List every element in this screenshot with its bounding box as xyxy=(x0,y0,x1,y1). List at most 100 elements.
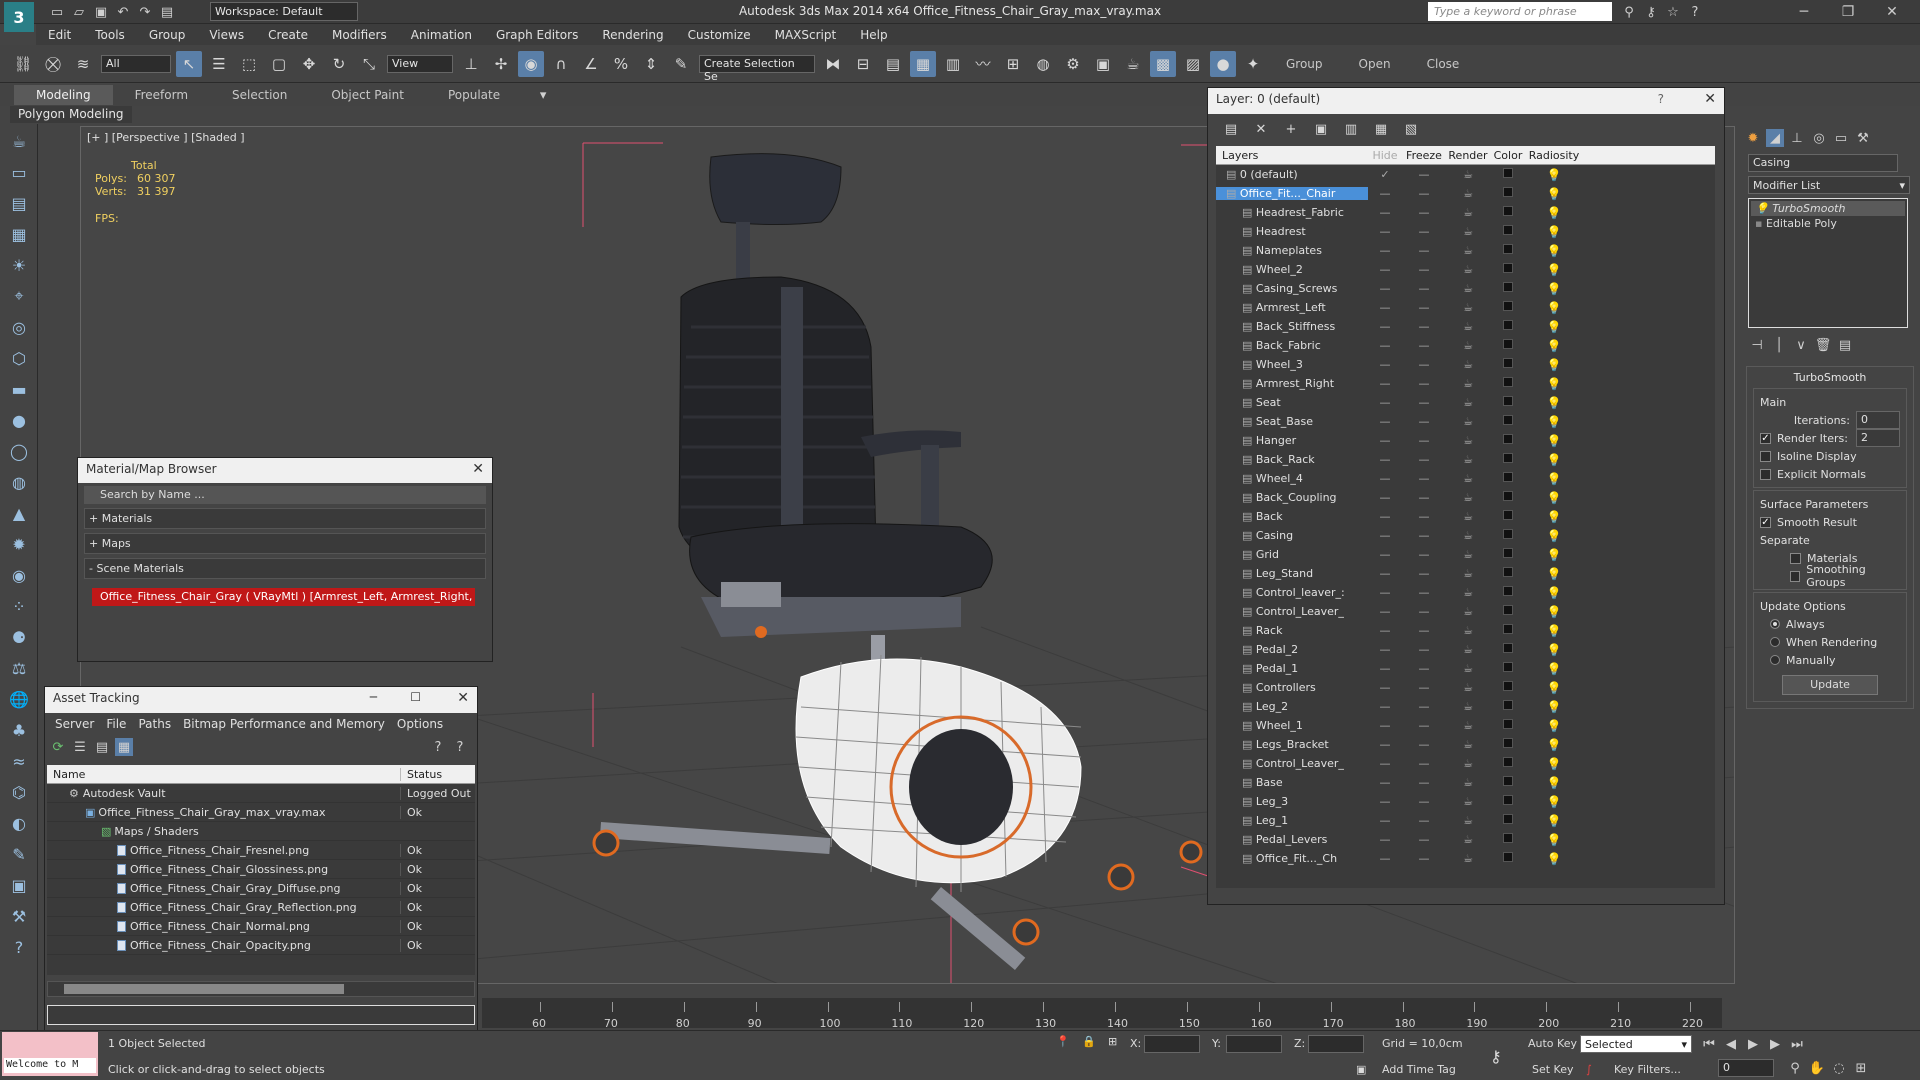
layer-name[interactable]: ▤ Base xyxy=(1216,776,1368,789)
layer-row[interactable]: ▤ Wheel_3— — ☕ 💡 xyxy=(1216,355,1715,374)
selection-filter-select[interactable]: All xyxy=(101,54,171,73)
table-row[interactable]: ⚙Autodesk Vault Logged Out ... xyxy=(47,784,475,803)
lock-icon[interactable]: 🔒 xyxy=(1082,1035,1096,1048)
freeze-toggle[interactable]: — xyxy=(1402,358,1446,371)
layer-color-swatch[interactable] xyxy=(1490,719,1526,732)
hide-toggle[interactable]: — xyxy=(1368,510,1402,523)
layer-name[interactable]: ▤ Leg_1 xyxy=(1216,814,1368,827)
table-view-icon[interactable]: ▦ xyxy=(115,738,133,756)
layer-name[interactable]: ▤ Casing_Screws xyxy=(1216,282,1368,295)
materials-checkbox[interactable] xyxy=(1790,552,1801,564)
freeze-toggle[interactable]: — xyxy=(1402,833,1446,846)
layer-color-swatch[interactable] xyxy=(1490,833,1526,846)
layer-row[interactable]: ▤ Office_Fit..._Chair — — ☕ 💡 xyxy=(1216,184,1715,203)
minimize-icon[interactable]: ─ xyxy=(370,690,377,704)
layer-row[interactable]: ▤ Control_Leaver_ — — ☕ 💡 xyxy=(1216,754,1715,773)
radiosity-toggle[interactable]: 💡 xyxy=(1526,605,1582,619)
layer-name[interactable]: ▤ Back_Coupling xyxy=(1216,491,1368,504)
freeze-toggle[interactable]: — xyxy=(1402,244,1446,257)
layer-color-swatch[interactable] xyxy=(1490,624,1526,637)
hide-toggle[interactable]: — xyxy=(1368,624,1402,637)
layer-color-swatch[interactable] xyxy=(1490,396,1526,409)
radiosity-toggle[interactable]: 💡 xyxy=(1526,529,1582,543)
go-to-end-icon[interactable]: ⏭ xyxy=(1788,1035,1806,1053)
layer-color-swatch[interactable] xyxy=(1490,643,1526,656)
radiosity-toggle[interactable]: 💡 xyxy=(1526,339,1582,353)
table-row[interactable]: Office_Fitness_Chair_Fresnel.png Ok xyxy=(47,841,475,860)
layer-row[interactable]: ▤ Casing_Screws — — ☕ 💡 xyxy=(1216,279,1715,298)
radiosity-toggle[interactable]: 💡 xyxy=(1526,700,1582,714)
hide-toggle[interactable]: — xyxy=(1368,795,1402,808)
hide-all-layers-icon[interactable]: ▦ xyxy=(1368,116,1394,142)
render-iters-spinner[interactable]: 2 xyxy=(1856,429,1900,447)
layer-name[interactable]: ▤ Casing xyxy=(1216,529,1368,542)
layer-color-swatch[interactable] xyxy=(1490,567,1526,580)
hide-toggle[interactable]: — xyxy=(1368,377,1402,390)
freeze-toggle[interactable]: — xyxy=(1402,776,1446,789)
menu-paths[interactable]: Paths xyxy=(132,717,177,731)
hide-toggle[interactable]: — xyxy=(1368,263,1402,276)
column-color[interactable]: Color xyxy=(1490,149,1526,162)
render-toggle[interactable]: ☕ xyxy=(1446,339,1490,352)
binoculars-icon[interactable]: ⚲ xyxy=(1620,3,1638,21)
next-frame-icon[interactable]: ▶ xyxy=(1766,1035,1784,1053)
edit-named-selection-icon[interactable]: ✎ xyxy=(668,51,694,77)
stack-item-turbosmooth[interactable]: 💡 TurboSmooth xyxy=(1751,201,1905,216)
hide-toggle[interactable]: — xyxy=(1368,776,1402,789)
hierarchy-tab-icon[interactable]: ⊥ xyxy=(1788,129,1806,147)
go-to-start-icon[interactable]: ⏮ xyxy=(1700,1035,1718,1053)
sphere-icon[interactable]: ● xyxy=(4,406,34,434)
layer-name[interactable]: ▤ Office_Fit..._Ch xyxy=(1216,852,1368,865)
layer-row[interactable]: ▤ Back_Coupling — — ☕ 💡 xyxy=(1216,488,1715,507)
freeze-toggle[interactable]: — xyxy=(1402,662,1446,675)
select-manipulate-icon[interactable]: ✢ xyxy=(488,51,514,77)
select-in-layer-icon[interactable]: ▣ xyxy=(1308,116,1334,142)
hide-toggle[interactable]: — xyxy=(1368,681,1402,694)
group-button[interactable]: Group xyxy=(1268,57,1341,71)
render-toggle[interactable]: ☕ xyxy=(1446,833,1490,846)
select-by-name-icon[interactable]: ☰ xyxy=(206,51,232,77)
add-to-layer-icon[interactable]: + xyxy=(1278,116,1304,142)
layer-row[interactable]: ▤ Headrest — — ☕ 💡 xyxy=(1216,222,1715,241)
layer-row[interactable]: ▤ Armrest_Right — — ☕ 💡 xyxy=(1216,374,1715,393)
shapes-icon[interactable]: ▬ xyxy=(4,375,34,403)
render-toggle[interactable]: ☕ xyxy=(1446,662,1490,675)
layer-name[interactable]: ▤ Seat xyxy=(1216,396,1368,409)
make-unique-icon[interactable]: ∨ xyxy=(1792,336,1810,354)
table-row[interactable]: ▧ Maps / Shaders xyxy=(47,822,475,841)
hide-toggle[interactable]: — xyxy=(1368,719,1402,732)
freeze-toggle[interactable]: — xyxy=(1402,814,1446,827)
freeze-toggle[interactable]: — xyxy=(1402,396,1446,409)
redo-icon[interactable]: ↷ xyxy=(136,3,154,21)
tab-populate[interactable]: Populate xyxy=(426,85,522,105)
workspace-select[interactable]: Workspace: Default xyxy=(210,2,358,21)
maxscript-listener[interactable]: Welcome to M xyxy=(2,1032,98,1076)
add-time-tag-button[interactable]: Add Time Tag xyxy=(1382,1063,1456,1076)
hide-toggle[interactable]: ✓ xyxy=(1368,168,1402,181)
open-group-button[interactable]: Open xyxy=(1341,57,1409,71)
display-tab-icon[interactable]: ▭ xyxy=(1832,129,1850,147)
close-icon[interactable]: ✕ xyxy=(472,461,484,477)
render-toggle[interactable]: ☕ xyxy=(1446,282,1490,295)
layer-color-swatch[interactable] xyxy=(1490,282,1526,295)
render-toggle[interactable]: ☕ xyxy=(1446,852,1490,865)
layer-color-swatch[interactable] xyxy=(1490,358,1526,371)
layer-color-swatch[interactable] xyxy=(1490,586,1526,599)
render-toggle[interactable]: ☕ xyxy=(1446,795,1490,808)
radiosity-toggle[interactable]: 💡 xyxy=(1526,225,1582,239)
radiosity-toggle[interactable]: 💡 xyxy=(1526,396,1582,410)
render-toggle[interactable]: ☕ xyxy=(1446,814,1490,827)
layer-row[interactable]: ▤ Wheel_2— — ☕ 💡 xyxy=(1216,260,1715,279)
layer-name[interactable]: ▤ Pedal_Levers xyxy=(1216,833,1368,846)
freeze-toggle[interactable]: — xyxy=(1402,605,1446,618)
hide-toggle[interactable]: — xyxy=(1368,757,1402,770)
layer-row[interactable]: ▤ Headrest_Fabric — — ☕ 💡 xyxy=(1216,203,1715,222)
menu-options[interactable]: Options xyxy=(391,717,449,731)
freeze-toggle[interactable]: — xyxy=(1402,339,1446,352)
world-icon[interactable]: 🌐 xyxy=(4,685,34,713)
render-toggle[interactable]: ☕ xyxy=(1446,434,1490,447)
dynamics-icon[interactable]: ⚈ xyxy=(4,623,34,651)
transform-mode-icon[interactable]: ⊞ xyxy=(1108,1035,1117,1048)
freeze-toggle[interactable]: — xyxy=(1402,700,1446,713)
radiosity-toggle[interactable]: 💡 xyxy=(1526,719,1582,733)
